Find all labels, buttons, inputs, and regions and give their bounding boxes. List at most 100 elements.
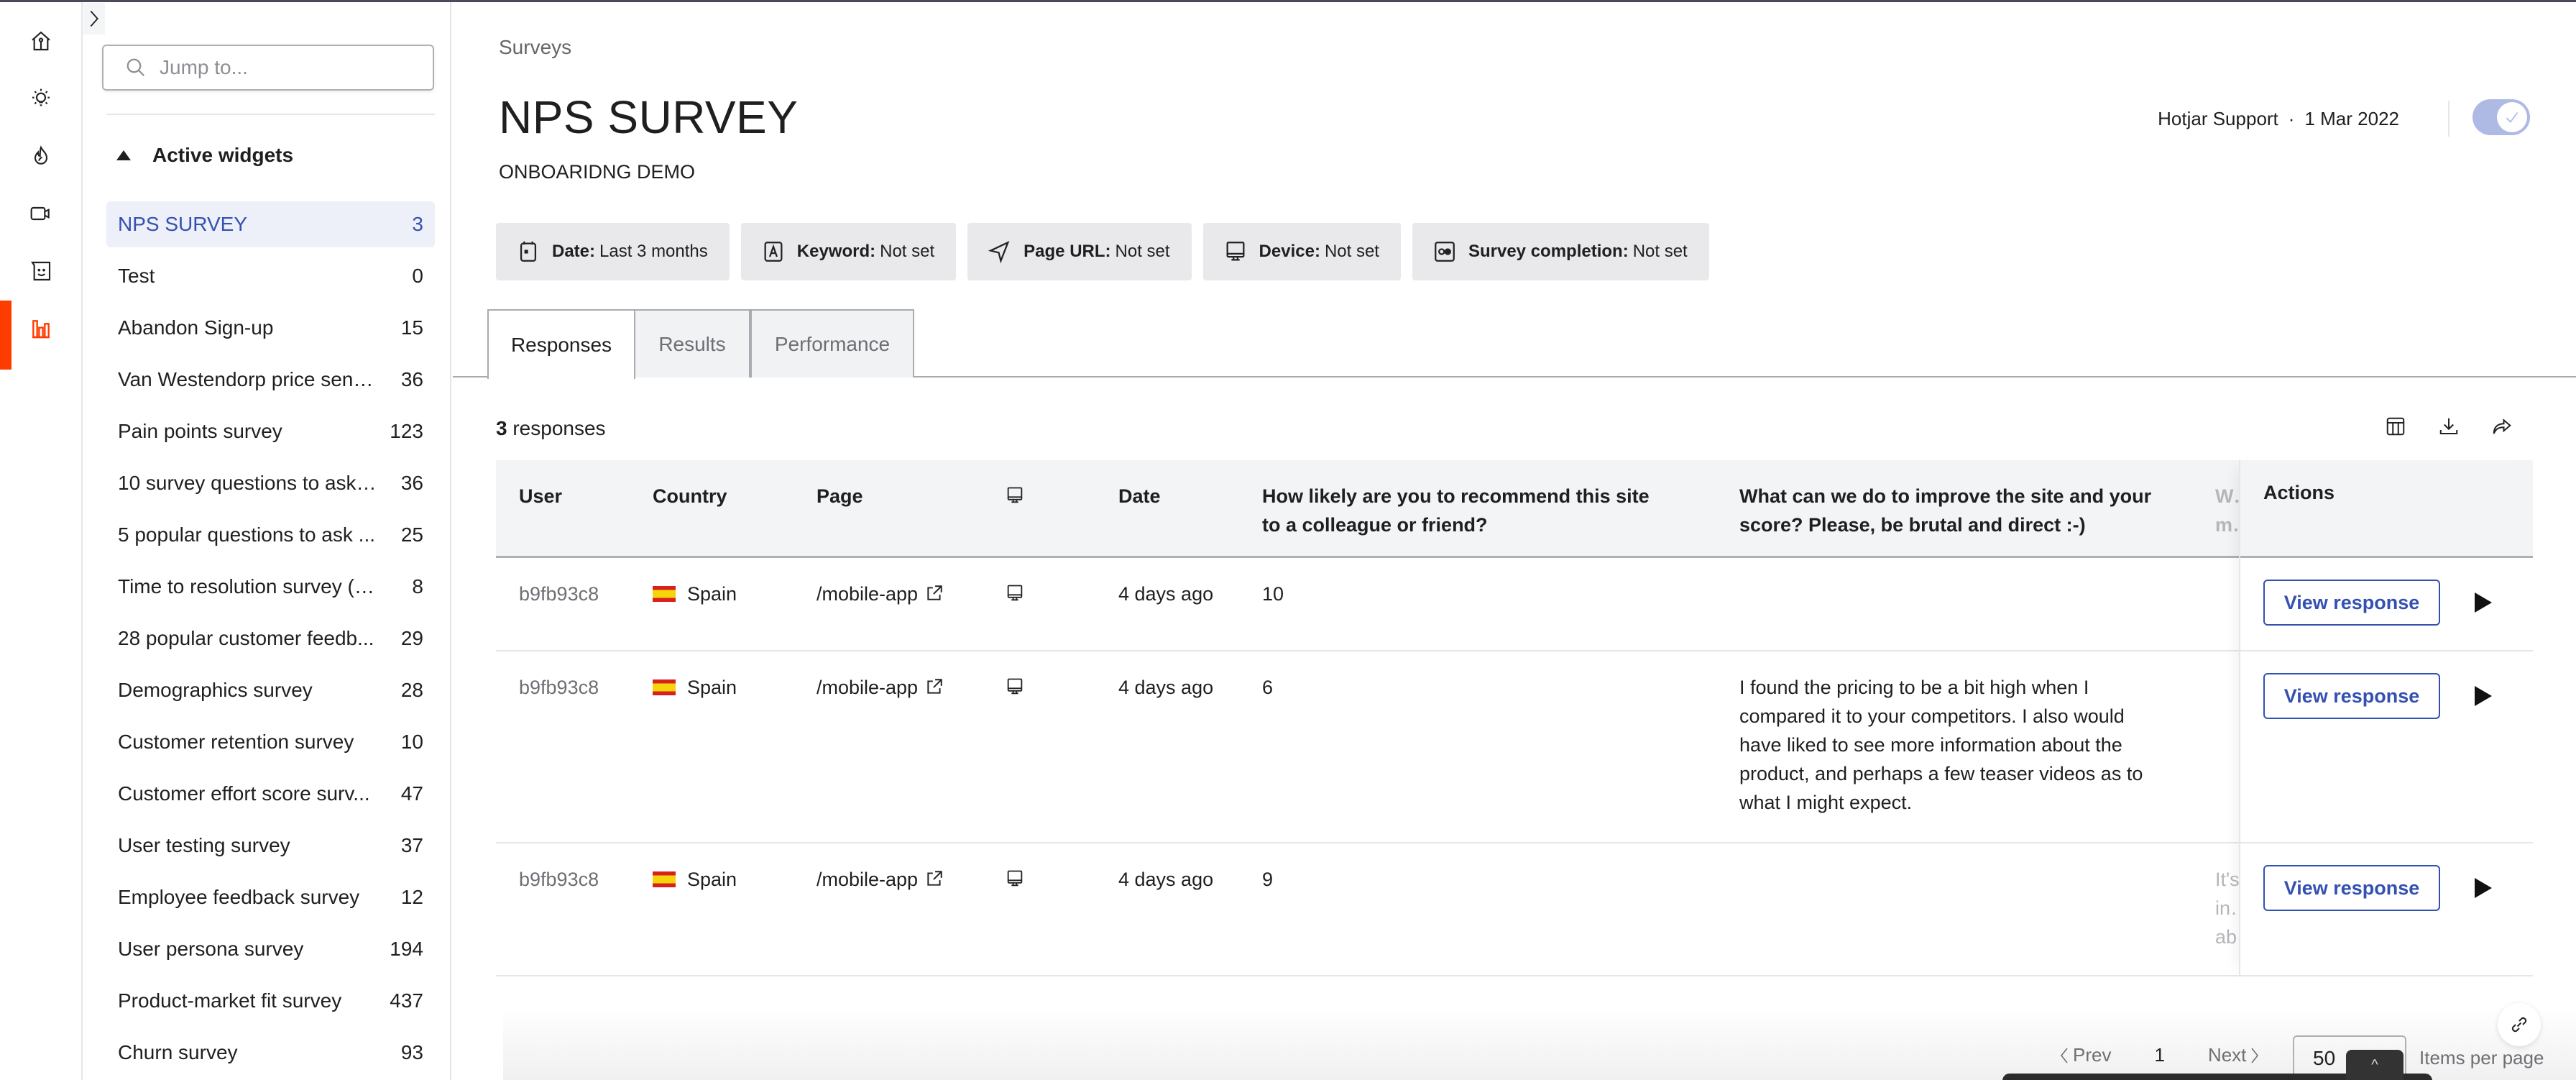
cell-device xyxy=(1005,676,1025,705)
columns-icon[interactable] xyxy=(2385,416,2406,437)
check-icon xyxy=(2506,111,2518,123)
widget-item[interactable]: 10 survey questions to ask ... 36 xyxy=(106,460,435,506)
chevron-left-icon xyxy=(2060,1048,2068,1063)
col-date[interactable]: Date xyxy=(1118,482,1161,511)
cell-page[interactable]: /mobile-app xyxy=(816,580,944,608)
current-page[interactable]: 1 xyxy=(2154,1044,2164,1066)
widget-item[interactable]: Churn survey 93 xyxy=(106,1030,435,1076)
monitor-icon xyxy=(1007,870,1023,887)
breadcrumb[interactable]: Surveys xyxy=(499,36,571,59)
meta-divider xyxy=(2448,101,2450,137)
widget-count: 29 xyxy=(400,627,423,649)
next-page-button[interactable]: Next xyxy=(2208,1044,2259,1066)
meta-separator: · xyxy=(2288,108,2295,129)
cell-page[interactable]: /mobile-app xyxy=(816,673,944,702)
widget-item[interactable]: Demographics survey 28 xyxy=(106,667,435,713)
spain-flag-icon xyxy=(653,586,676,602)
tab-results[interactable]: Results xyxy=(635,309,750,377)
lightbulb-icon[interactable] xyxy=(29,86,53,111)
filter-date[interactable]: Date: Last 3 months xyxy=(496,223,730,280)
col-user[interactable]: User xyxy=(519,482,562,511)
flame-icon[interactable] xyxy=(29,144,53,168)
table-row[interactable]: b9fb93c8 Spain /mobile-app 4 days ago 9 … xyxy=(496,843,2533,976)
rail-active-indicator xyxy=(0,301,12,370)
widget-count: 12 xyxy=(400,886,423,908)
filter-keyword[interactable]: Keyword: Not set xyxy=(740,223,957,280)
prev-page-button[interactable]: Prev xyxy=(2060,1044,2111,1066)
jump-to-search[interactable] xyxy=(102,45,434,91)
col-page[interactable]: Page xyxy=(816,482,863,511)
filter-page-url[interactable]: Page URL: Not set xyxy=(967,223,1192,280)
survey-active-toggle[interactable] xyxy=(2472,99,2530,135)
page-path[interactable]: /mobile-app xyxy=(816,677,918,698)
widget-item[interactable]: User testing survey 37 xyxy=(106,823,435,869)
cell-date: 4 days ago xyxy=(1118,677,1214,698)
table-row[interactable]: b9fb93c8 Spain /mobile-app 4 days ago 6 … xyxy=(496,651,2533,843)
view-response-button[interactable]: View response xyxy=(2263,865,2440,911)
widget-item[interactable]: Customer effort score surv... 47 xyxy=(106,771,435,817)
cell-page[interactable]: /mobile-app xyxy=(816,865,944,894)
completion-icon xyxy=(1435,242,1455,262)
col-device[interactable] xyxy=(1005,485,1025,513)
page-path[interactable]: /mobile-app xyxy=(816,583,918,605)
tab-responses[interactable]: Responses xyxy=(487,309,635,379)
filter-survey-completion[interactable]: Survey completion: Not set xyxy=(1412,223,1709,280)
external-link-icon[interactable] xyxy=(925,677,944,696)
download-icon[interactable] xyxy=(2438,416,2460,437)
widget-item[interactable]: Product-market fit survey 437 xyxy=(106,978,435,1024)
section-title: Active widgets xyxy=(152,144,294,166)
window-top-border xyxy=(0,0,2576,2)
view-response-button[interactable]: View response xyxy=(2263,580,2440,626)
col-country[interactable]: Country xyxy=(653,482,727,511)
filter-value: Not set xyxy=(1115,242,1170,261)
external-link-icon[interactable] xyxy=(925,584,944,603)
survey-meta: Hotjar Support · 1 Mar 2022 xyxy=(2158,108,2399,130)
widget-item[interactable]: Customer retention survey 10 xyxy=(106,719,435,765)
table-row[interactable]: b9fb93c8 Spain /mobile-app 4 days ago 10 xyxy=(496,558,2533,651)
share-icon[interactable] xyxy=(2491,416,2513,437)
toolbar-expand-button[interactable]: ^ xyxy=(2346,1050,2404,1080)
widget-name: Customer effort score surv... xyxy=(118,782,370,805)
filter-device[interactable]: Device: Not set xyxy=(1202,223,1401,280)
widget-item[interactable]: 5 popular questions to ask ... 25 xyxy=(106,512,435,558)
widget-item[interactable]: 28 popular customer feedb... 29 xyxy=(106,615,435,662)
widget-item[interactable]: User persona survey 194 xyxy=(106,926,435,972)
cell-device xyxy=(1005,868,1025,897)
widget-count: 3 xyxy=(412,213,423,235)
country-name: Spain xyxy=(687,869,737,890)
widget-count: 37 xyxy=(400,834,423,856)
col-q2[interactable]: What can we do to improve the site and y… xyxy=(1739,482,2156,539)
chevron-up-icon: ^ xyxy=(2371,1056,2378,1073)
view-response-button[interactable]: View response xyxy=(2263,673,2440,719)
widget-name: Time to resolution survey (T... xyxy=(118,575,377,598)
widget-item[interactable]: Pain points survey 123 xyxy=(106,408,435,454)
external-link-icon[interactable] xyxy=(925,869,944,888)
home-icon[interactable] xyxy=(29,29,53,53)
widget-item[interactable]: Time to resolution survey (T... 8 xyxy=(106,564,435,610)
widget-item[interactable]: Test 0 xyxy=(106,253,435,299)
bar-chart-icon[interactable] xyxy=(29,316,53,341)
copy-link-button[interactable] xyxy=(2498,1003,2541,1046)
widget-name: Employee feedback survey xyxy=(118,886,360,908)
active-widgets-toggle[interactable]: Active widgets xyxy=(116,144,293,167)
tab-performance[interactable]: Performance xyxy=(750,309,914,377)
widget-item[interactable]: Abandon Sign-up 15 xyxy=(106,305,435,351)
col-q1[interactable]: How likely are you to recommend this sit… xyxy=(1262,482,1665,539)
play-recording-icon[interactable] xyxy=(2475,878,2492,898)
widget-item[interactable]: Employee feedback survey 12 xyxy=(106,874,435,920)
page-path[interactable]: /mobile-app xyxy=(816,869,918,890)
widget-count: 28 xyxy=(400,679,423,701)
widget-item[interactable]: NPS SURVEY 3 xyxy=(106,201,435,247)
widget-item[interactable]: Van Westendorp price sens... 36 xyxy=(106,357,435,403)
play-recording-icon[interactable] xyxy=(2475,592,2492,613)
search-input[interactable] xyxy=(160,56,418,79)
play-recording-icon[interactable] xyxy=(2475,686,2492,706)
widget-name: Demographics survey xyxy=(118,679,313,701)
widget-name: Customer retention survey xyxy=(118,731,354,753)
widget-count: 36 xyxy=(400,368,423,390)
video-icon[interactable] xyxy=(29,201,53,226)
widget-count: 123 xyxy=(390,420,423,442)
response-count-label: responses xyxy=(512,417,606,439)
next-label: Next xyxy=(2207,1044,2247,1066)
feedback-icon[interactable] xyxy=(29,259,53,283)
